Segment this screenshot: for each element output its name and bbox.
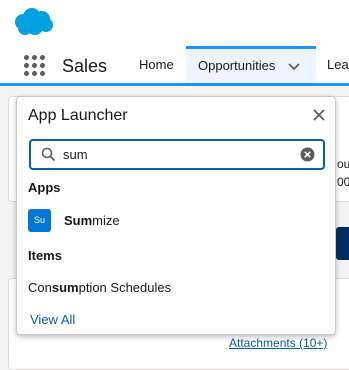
- match-highlight: Sum: [64, 213, 93, 228]
- view-all-link[interactable]: View All: [30, 312, 75, 327]
- app-launcher-panel: App Launcher Apps Su Summize Items Consu…: [16, 96, 336, 335]
- close-icon[interactable]: [312, 108, 326, 122]
- item-result-consumption-schedules[interactable]: Consumption Schedules: [28, 280, 171, 295]
- background-text: 00,: [337, 175, 349, 189]
- search-input[interactable]: [63, 144, 293, 165]
- attachments-link[interactable]: Attachments (10+): [229, 336, 327, 350]
- global-header: [0, 0, 349, 46]
- app-name: Sales: [62, 56, 108, 76]
- label-before: Con: [28, 280, 52, 295]
- background-button[interactable]: [336, 227, 349, 260]
- tab-home[interactable]: Home: [139, 46, 174, 83]
- tab-opportunities-label: Opportunities: [198, 58, 276, 73]
- app-result-summize[interactable]: Su Summize: [28, 209, 326, 233]
- app-launcher-title: App Launcher: [28, 107, 128, 124]
- waffle-icon[interactable]: [24, 55, 46, 77]
- clear-icon[interactable]: [300, 147, 315, 162]
- app-result-label: Summize: [64, 213, 120, 228]
- tab-opportunities[interactable]: Opportunities: [186, 46, 316, 83]
- items-heading: Items: [28, 248, 62, 263]
- label-rest: mize: [92, 213, 120, 228]
- label-after: ption Schedules: [78, 280, 172, 295]
- navigation-bar: Sales Home Opportunities Lead: [0, 46, 349, 86]
- search-icon: [41, 147, 56, 162]
- apps-heading: Apps: [28, 180, 61, 195]
- summize-app-icon: Su: [28, 209, 51, 232]
- salesforce-cloud-icon[interactable]: [11, 7, 55, 37]
- match-highlight: sum: [51, 280, 79, 295]
- background-text: ou: [337, 157, 349, 171]
- chevron-down-icon[interactable]: [286, 59, 302, 75]
- search-box[interactable]: [29, 139, 325, 170]
- tab-leads[interactable]: Lead: [327, 46, 349, 83]
